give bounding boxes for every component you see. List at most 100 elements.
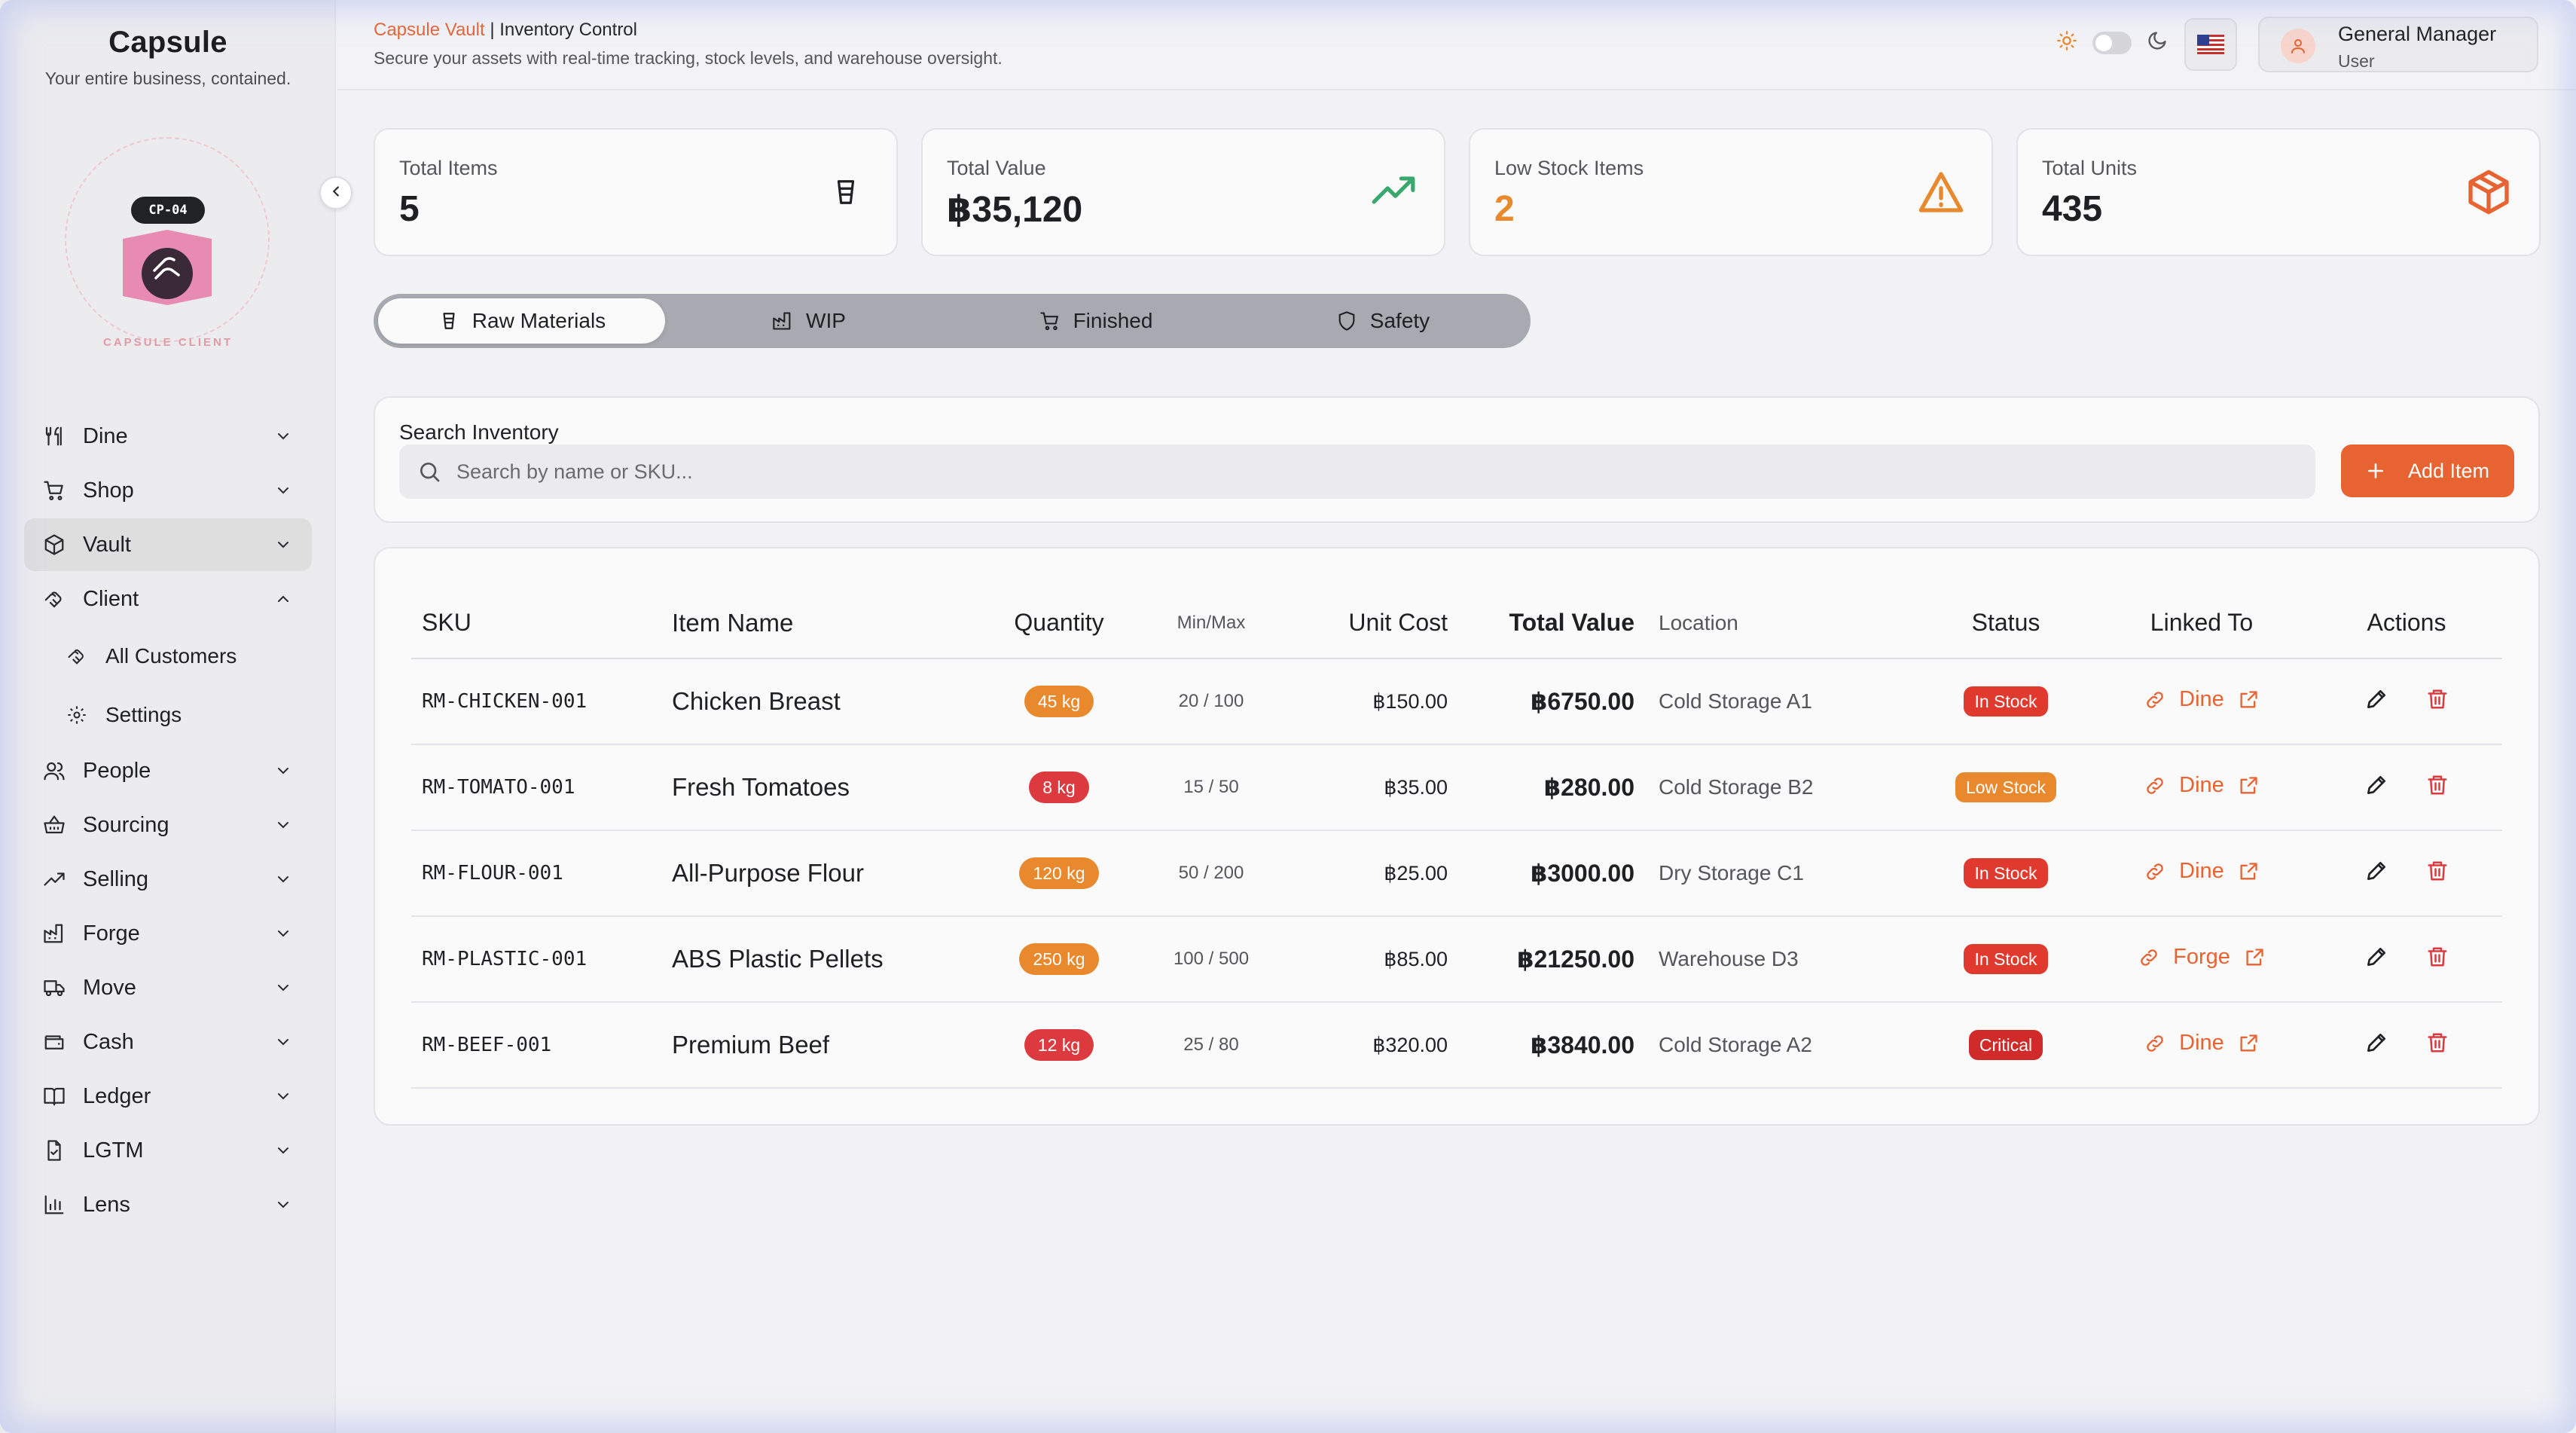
table-row[interactable]: RM-BEEF-001 Premium Beef 12 kg 25 / 80 ฿320.…	[411, 1002, 2502, 1089]
theme-toggle[interactable]	[2092, 31, 2132, 54]
status-badge: Low Stock	[1955, 772, 2057, 802]
search-card: Search Inventory Add Item	[374, 396, 2540, 523]
sidebar-item-ledger[interactable]: Ledger	[24, 1070, 312, 1123]
sidebar-item-cash[interactable]: Cash	[24, 1016, 312, 1068]
trash-icon[interactable]	[2426, 1031, 2449, 1054]
tab-safety[interactable]: Safety	[1239, 298, 1526, 344]
sidebar-item-label: Cash	[83, 1029, 134, 1054]
search-field[interactable]	[399, 445, 2315, 499]
cell-actions	[2311, 830, 2502, 917]
stat-card-low-stock: Low Stock Items 2	[1469, 128, 1993, 256]
cell-sku: RM-TOMATO-001	[411, 744, 672, 831]
col-header-quantity[interactable]: Quantity	[982, 588, 1136, 659]
trash-icon[interactable]	[2426, 860, 2449, 882]
user-name: General Manager	[2338, 23, 2497, 45]
brand: Capsule Your entire business, contained.	[0, 26, 336, 89]
user-menu[interactable]: General Manager User	[2258, 17, 2538, 72]
linked-module-link[interactable]: Dine	[2144, 1031, 2259, 1056]
tab-raw-materials[interactable]: Raw Materials	[378, 298, 665, 344]
cell-unit-cost: ฿85.00	[1286, 916, 1467, 1003]
table-row[interactable]: RM-CHICKEN-001 Chicken Breast 45 kg 20 / 10…	[411, 658, 2502, 745]
inventory-table-card: SKU Item Name Quantity Min/Max Unit Cost…	[374, 547, 2540, 1126]
sidebar: Capsule Your entire business, contained.…	[0, 0, 336, 1433]
tab-label: Finished	[1073, 309, 1153, 332]
sidebar-item-people[interactable]: People	[24, 744, 312, 797]
cell-quantity: 45 kg	[982, 658, 1136, 745]
sidebar-item-lens[interactable]: Lens	[24, 1178, 312, 1231]
edit-icon[interactable]	[2364, 945, 2388, 969]
col-header-sku[interactable]: SKU	[411, 588, 672, 659]
chevron-down-icon	[273, 480, 294, 501]
sidebar-item-lgtm[interactable]: LGTM	[24, 1124, 312, 1177]
cell-sku: RM-BEEF-001	[411, 1002, 672, 1089]
external-link-icon	[2238, 1033, 2259, 1054]
col-header-item-name[interactable]: Item Name	[672, 588, 982, 659]
linked-module-link[interactable]: Dine	[2144, 859, 2259, 884]
sidebar-collapse-button[interactable]	[319, 176, 353, 209]
linked-module-label: Dine	[2179, 1031, 2224, 1056]
stat-title: Total Value	[947, 157, 1046, 179]
add-item-button[interactable]: Add Item	[2341, 445, 2514, 497]
cell-quantity: 120 kg	[982, 830, 1136, 917]
cell-quantity: 12 kg	[982, 1002, 1136, 1089]
stat-card-total-units: Total Units 435	[2016, 128, 2541, 256]
search-input[interactable]	[456, 460, 2264, 484]
language-button[interactable]	[2184, 18, 2237, 71]
sidebar-subitem-label: All Customers	[105, 644, 237, 668]
sidebar-item-sourcing[interactable]: Sourcing	[24, 799, 312, 851]
chevron-down-icon	[273, 1031, 294, 1053]
package-icon	[2464, 167, 2513, 217]
trash-icon[interactable]	[2426, 946, 2449, 968]
col-header-min-max[interactable]: Min/Max	[1136, 588, 1286, 659]
col-header-unit-cost[interactable]: Unit Cost	[1286, 588, 1467, 659]
linked-module-label: Dine	[2179, 687, 2224, 712]
edit-icon[interactable]	[2364, 773, 2388, 797]
sidebar-item-label: LGTM	[83, 1138, 144, 1163]
sidebar-subitem-settings[interactable]: Settings	[24, 686, 312, 744]
cell-location: Cold Storage A1	[1659, 658, 1919, 745]
table-row[interactable]: RM-PLASTIC-001 ABS Plastic Pellets 250 kg 1…	[411, 916, 2502, 1003]
col-header-location[interactable]: Location	[1659, 588, 1919, 659]
chevron-down-icon	[273, 977, 294, 998]
sidebar-item-client[interactable]: Client	[24, 573, 312, 625]
breadcrumb-app[interactable]: Capsule Vault	[374, 20, 485, 40]
cell-sku: RM-FLOUR-001	[411, 830, 672, 917]
col-header-linked-to[interactable]: Linked To	[2092, 588, 2311, 659]
tab-finished[interactable]: Finished	[952, 298, 1239, 344]
cell-linked-to: Forge	[2092, 916, 2311, 1003]
col-header-status[interactable]: Status	[1919, 588, 2092, 659]
sidebar-item-label: Move	[83, 975, 136, 1000]
sidebar-item-vault[interactable]: Vault	[24, 518, 312, 571]
utensils-icon	[42, 424, 66, 448]
cell-unit-cost: ฿150.00	[1286, 658, 1467, 745]
linked-module-link[interactable]: Forge	[2138, 945, 2265, 970]
chevron-down-icon	[273, 534, 294, 555]
table-row[interactable]: RM-TOMATO-001 Fresh Tomatoes 8 kg 15 / 50 ฿3…	[411, 744, 2502, 831]
sidebar-subitem-all-customers[interactable]: All Customers	[24, 627, 312, 686]
quantity-pill: 8 kg	[1029, 771, 1089, 803]
linked-module-link[interactable]: Dine	[2144, 687, 2259, 712]
linked-module-link[interactable]: Dine	[2144, 773, 2259, 798]
user-role: User	[2338, 51, 2375, 71]
col-header-total-value[interactable]: Total Value	[1467, 588, 1659, 659]
trending-up-icon	[1369, 167, 1418, 217]
sidebar-item-dine[interactable]: Dine	[24, 410, 312, 463]
tab-wip[interactable]: WIP	[665, 298, 952, 344]
edit-icon[interactable]	[2364, 859, 2388, 883]
edit-icon[interactable]	[2364, 1031, 2388, 1055]
handshake-icon	[65, 644, 89, 668]
sidebar-item-selling[interactable]: Selling	[24, 853, 312, 906]
sidebar-item-move[interactable]: Move	[24, 961, 312, 1014]
cell-unit-cost: ฿320.00	[1286, 1002, 1467, 1089]
client-logo-icon[interactable]	[117, 228, 218, 307]
moon-icon	[2147, 30, 2168, 55]
table-row[interactable]: RM-FLOUR-001 All-Purpose Flour 120 kg 50 / …	[411, 830, 2502, 917]
sidebar-item-forge[interactable]: Forge	[24, 907, 312, 960]
sidebar-item-label: Selling	[83, 866, 149, 891]
trash-icon[interactable]	[2426, 688, 2449, 710]
tab-label: Safety	[1369, 309, 1430, 332]
sidebar-item-shop[interactable]: Shop	[24, 464, 312, 517]
trash-icon[interactable]	[2426, 774, 2449, 796]
edit-icon[interactable]	[2364, 687, 2388, 711]
breadcrumb: Capsule Vault | Inventory Control	[374, 20, 637, 41]
